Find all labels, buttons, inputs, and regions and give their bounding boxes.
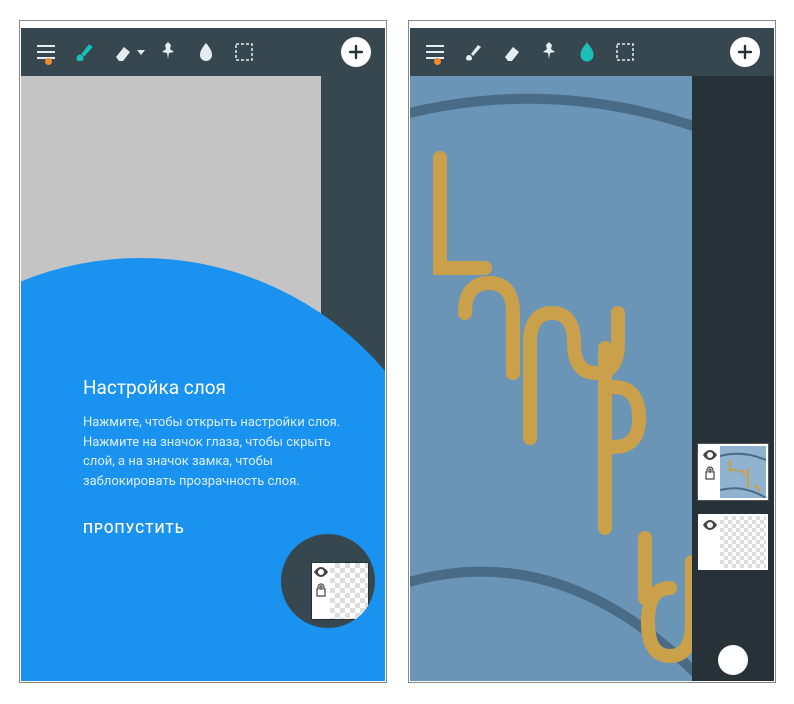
lock-icon[interactable] — [315, 583, 327, 597]
toolbar — [21, 28, 385, 76]
menu-icon[interactable] — [27, 28, 65, 76]
smudge-icon[interactable] — [187, 28, 225, 76]
layer-preview — [720, 446, 766, 498]
menu-icon[interactable] — [416, 28, 454, 76]
select-icon[interactable] — [225, 28, 263, 76]
screenshot-left: Настройка слоя Нажмите, чтобы открыть на… — [19, 20, 387, 683]
spotlight-cutout[interactable] — [281, 534, 375, 628]
smudge-icon[interactable] — [568, 28, 606, 76]
layer-item-2[interactable] — [698, 514, 768, 570]
layer-preview — [720, 516, 766, 568]
pin-icon[interactable] — [530, 28, 568, 76]
eye-icon[interactable] — [703, 520, 717, 530]
layer-preview — [330, 563, 368, 619]
screenshot-right — [408, 20, 776, 683]
screen-right — [410, 28, 774, 681]
add-button[interactable] — [341, 37, 371, 67]
home-indicator-icon — [718, 645, 748, 675]
hint-body: Нажмите, чтобы открыть настройки слоя. Н… — [83, 413, 353, 491]
layer-item-1[interactable] — [698, 444, 768, 500]
pin-icon[interactable] — [149, 28, 187, 76]
brush-icon[interactable] — [65, 28, 103, 76]
eye-icon[interactable] — [703, 450, 717, 460]
layer-thumbnail[interactable] — [311, 562, 369, 620]
tutorial-hint: Настройка слоя Нажмите, чтобы открыть на… — [83, 376, 353, 537]
brush-icon[interactable] — [454, 28, 492, 76]
notification-dot-icon — [45, 58, 52, 65]
toolbar — [410, 28, 774, 76]
screen-left: Настройка слоя Нажмите, чтобы открыть на… — [21, 28, 385, 681]
skip-button[interactable]: ПРОПУСТИТЬ — [83, 521, 353, 537]
add-button[interactable] — [730, 37, 760, 67]
select-icon[interactable] — [606, 28, 644, 76]
hint-title: Настройка слоя — [83, 376, 353, 399]
eraser-icon[interactable] — [492, 28, 530, 76]
home-indicator-icon — [345, 663, 355, 673]
eraser-dropdown-icon[interactable] — [135, 28, 147, 76]
lock-icon[interactable] — [704, 466, 716, 480]
notification-dot-icon — [434, 58, 441, 65]
eye-icon[interactable] — [314, 567, 328, 577]
layers-stack — [698, 444, 768, 584]
